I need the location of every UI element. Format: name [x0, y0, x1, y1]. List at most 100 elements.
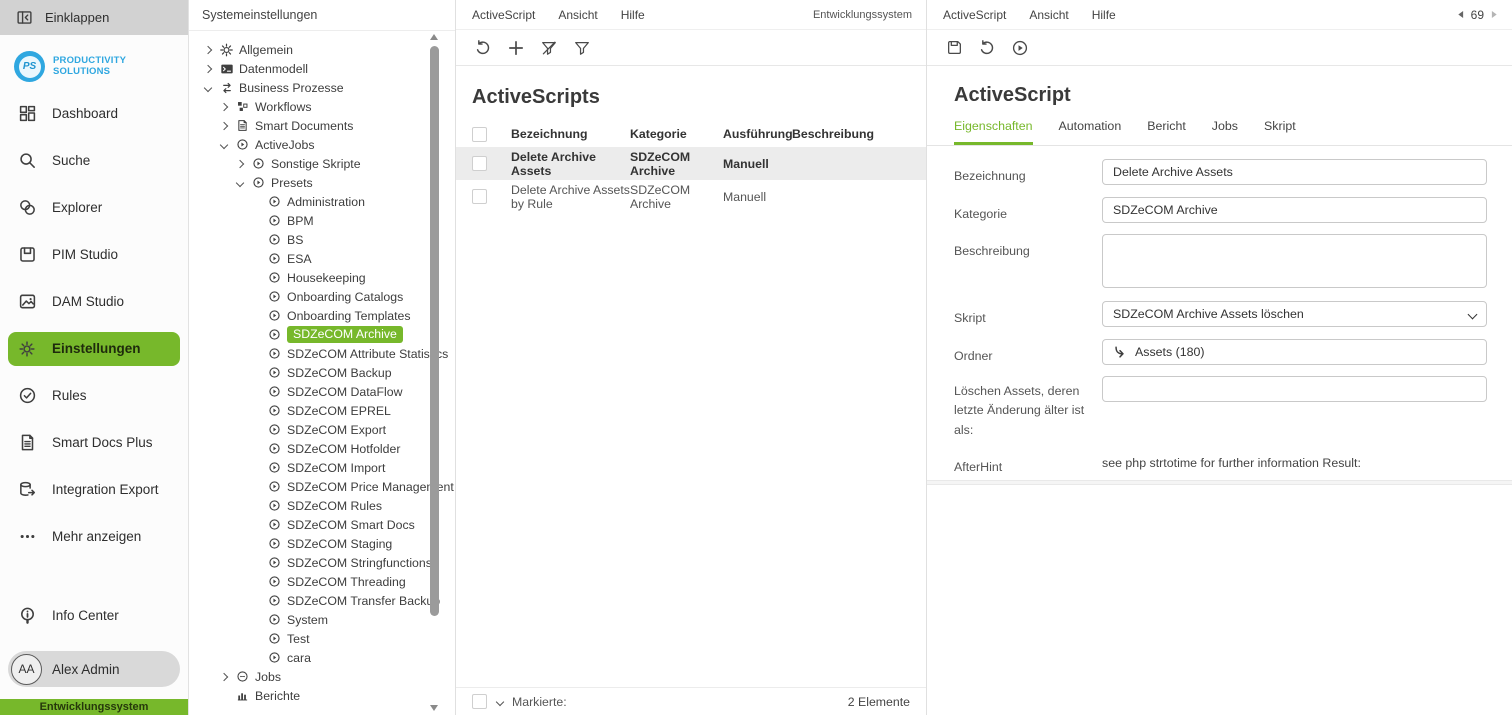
tree-item-activejobs[interactable]: ActiveJobs [189, 135, 455, 154]
tree-item-onboarding-catalogs[interactable]: Onboarding Catalogs [189, 287, 455, 306]
menu-ansicht[interactable]: Ansicht [1029, 8, 1068, 22]
tree-item-sdzecom-transfer-backup[interactable]: SDZeCOM Transfer Backup [189, 591, 455, 610]
tab-skript[interactable]: Skript [1264, 119, 1296, 145]
refresh-button[interactable] [975, 36, 999, 60]
collapse-button[interactable]: Einklappen [0, 0, 188, 35]
user-menu[interactable]: AA Alex Admin [8, 651, 180, 687]
tree-item-business-prozesse[interactable]: Business Prozesse [189, 78, 455, 97]
sidebar-item-explorer[interactable]: Explorer [0, 184, 188, 231]
sidebar-item-integration-export[interactable]: Integration Export [0, 466, 188, 513]
add-button[interactable] [504, 36, 528, 60]
scrollbar-thumb[interactable] [430, 46, 439, 616]
sidebar-item-dam-studio[interactable]: DAM Studio [0, 278, 188, 325]
tree-item-sonstige-skripte[interactable]: Sonstige Skripte [189, 154, 455, 173]
marked-label[interactable]: Markierte: [512, 695, 567, 709]
sidebar-item-mehr-anzeigen[interactable]: Mehr anzeigen [0, 513, 188, 560]
tree-item-sdzecom-hotfolder[interactable]: SDZeCOM Hotfolder [189, 439, 455, 458]
tab-bericht[interactable]: Bericht [1147, 119, 1186, 145]
tree-right-chevron-icon[interactable] [201, 47, 214, 53]
tree-item-presets[interactable]: Presets [189, 173, 455, 192]
tree-right-chevron-icon[interactable] [201, 66, 214, 72]
tree-item-sdzecom-eprel[interactable]: SDZeCOM EPREL [189, 401, 455, 420]
menu-activescript[interactable]: ActiveScript [943, 8, 1006, 22]
refresh-button[interactable] [471, 36, 495, 60]
skript-select[interactable]: SDZeCOM Archive Assets löschen [1102, 301, 1487, 327]
table-row-delete-archive-assets-by-rule[interactable]: Delete Archive Assets by RuleSDZeCOM Arc… [456, 180, 926, 213]
tree-item-sdzecom-dataflow[interactable]: SDZeCOM DataFlow [189, 382, 455, 401]
menu-ansicht[interactable]: Ansicht [558, 8, 597, 22]
menu-activescript[interactable]: ActiveScript [472, 8, 535, 22]
tree-down-chevron-icon[interactable] [201, 85, 214, 91]
tree-down-chevron-icon[interactable] [217, 142, 230, 148]
tree-item-sdzecom-backup[interactable]: SDZeCOM Backup [189, 363, 455, 382]
pager-prev-icon[interactable] [1457, 10, 1464, 19]
tree-item-sdzecom-import[interactable]: SDZeCOM Import [189, 458, 455, 477]
loeschen-field[interactable] [1102, 376, 1487, 402]
column-bezeichnung[interactable]: Bezeichnung [493, 127, 630, 141]
row-checkbox[interactable] [472, 189, 487, 204]
sidebar-item-smart-docs-plus[interactable]: Smart Docs Plus [0, 419, 188, 466]
tree-item-bpm[interactable]: BPM [189, 211, 455, 230]
tree-item-sdzecom-stringfunctions[interactable]: SDZeCOM Stringfunctions [189, 553, 455, 572]
tree-item-system[interactable]: System [189, 610, 455, 629]
tree-item-workflows[interactable]: Workflows [189, 97, 455, 116]
tab-automation[interactable]: Automation [1059, 119, 1122, 145]
column-ausfuehrung[interactable]: Ausführung [723, 127, 792, 141]
menu-hilfe[interactable]: Hilfe [621, 8, 645, 22]
tree-right-chevron-icon[interactable] [217, 104, 230, 110]
column-kategorie[interactable]: Kategorie [630, 127, 723, 141]
tree-item-administration[interactable]: Administration [189, 192, 455, 211]
column-beschreibung[interactable]: Beschreibung [792, 127, 926, 141]
scroll-down-icon[interactable] [430, 705, 438, 711]
tree-item-onboarding-templates[interactable]: Onboarding Templates [189, 306, 455, 325]
tree-item-sdzecom-attribute-statistics[interactable]: SDZeCOM Attribute Statistics [189, 344, 455, 363]
chevron-down-icon[interactable] [496, 697, 504, 705]
tree-right-chevron-icon[interactable] [217, 674, 230, 680]
tree-right-chevron-icon[interactable] [233, 161, 246, 167]
tree-item-smart-documents[interactable]: Smart Documents [189, 116, 455, 135]
kategorie-field[interactable] [1102, 197, 1487, 223]
footer-checkbox[interactable] [472, 694, 487, 709]
tree-item-sdzecom-threading[interactable]: SDZeCOM Threading [189, 572, 455, 591]
tree-item-sdzecom-price-management[interactable]: SDZeCOM Price Management [189, 477, 455, 496]
tree-item-datenmodell[interactable]: Datenmodell [189, 59, 455, 78]
tree-item-sdzecom-rules[interactable]: SDZeCOM Rules [189, 496, 455, 515]
beschreibung-field[interactable] [1102, 234, 1487, 288]
ordner-field[interactable]: Assets (180) [1102, 339, 1487, 365]
menu-hilfe[interactable]: Hilfe [1092, 8, 1116, 22]
tree-item-sdzecom-smart-docs[interactable]: SDZeCOM Smart Docs [189, 515, 455, 534]
sidebar-item-pim-studio[interactable]: PIM Studio [0, 231, 188, 278]
save-button[interactable] [942, 36, 966, 60]
tree-item-sdzecom-export[interactable]: SDZeCOM Export [189, 420, 455, 439]
sidebar-item-dashboard[interactable]: Dashboard [0, 90, 188, 137]
tree-scrollbar[interactable] [430, 34, 439, 711]
run-button[interactable] [1008, 36, 1032, 60]
scroll-up-icon[interactable] [430, 34, 438, 40]
sidebar-item-einstellungen[interactable]: Einstellungen [0, 325, 188, 372]
row-checkbox[interactable] [472, 156, 487, 171]
tab-eigenschaften[interactable]: Eigenschaften [954, 119, 1033, 145]
tree-item-cara[interactable]: cara [189, 648, 455, 667]
tree-item-allgemein[interactable]: Allgemein [189, 40, 455, 59]
filter-off-button[interactable] [537, 36, 561, 60]
table-row-delete-archive-assets[interactable]: Delete Archive AssetsSDZeCOM ArchiveManu… [456, 147, 926, 180]
tree-item-sdzecom-archive[interactable]: SDZeCOM Archive [189, 325, 455, 344]
bezeichnung-field[interactable] [1102, 159, 1487, 185]
sidebar-item-rules[interactable]: Rules [0, 372, 188, 419]
tab-jobs[interactable]: Jobs [1212, 119, 1238, 145]
tree-item-test[interactable]: Test [189, 629, 455, 648]
tree-item-esa[interactable]: ESA [189, 249, 455, 268]
tree-item-berichte[interactable]: Berichte [189, 686, 455, 705]
tree-item-jobs[interactable]: Jobs [189, 667, 455, 686]
sidebar-item-label: Suche [52, 153, 90, 168]
tree-item-sdzecom-staging[interactable]: SDZeCOM Staging [189, 534, 455, 553]
tree-right-chevron-icon[interactable] [217, 123, 230, 129]
select-all-checkbox[interactable] [472, 127, 487, 142]
tree-down-chevron-icon[interactable] [233, 180, 246, 186]
sidebar-item-suche[interactable]: Suche [0, 137, 188, 184]
filter-button[interactable] [570, 36, 594, 60]
tree-item-bs[interactable]: BS [189, 230, 455, 249]
pager-next-icon[interactable] [1491, 10, 1498, 19]
tree-item-housekeeping[interactable]: Housekeeping [189, 268, 455, 287]
sidebar-item-info-center[interactable]: Info Center [0, 592, 188, 639]
